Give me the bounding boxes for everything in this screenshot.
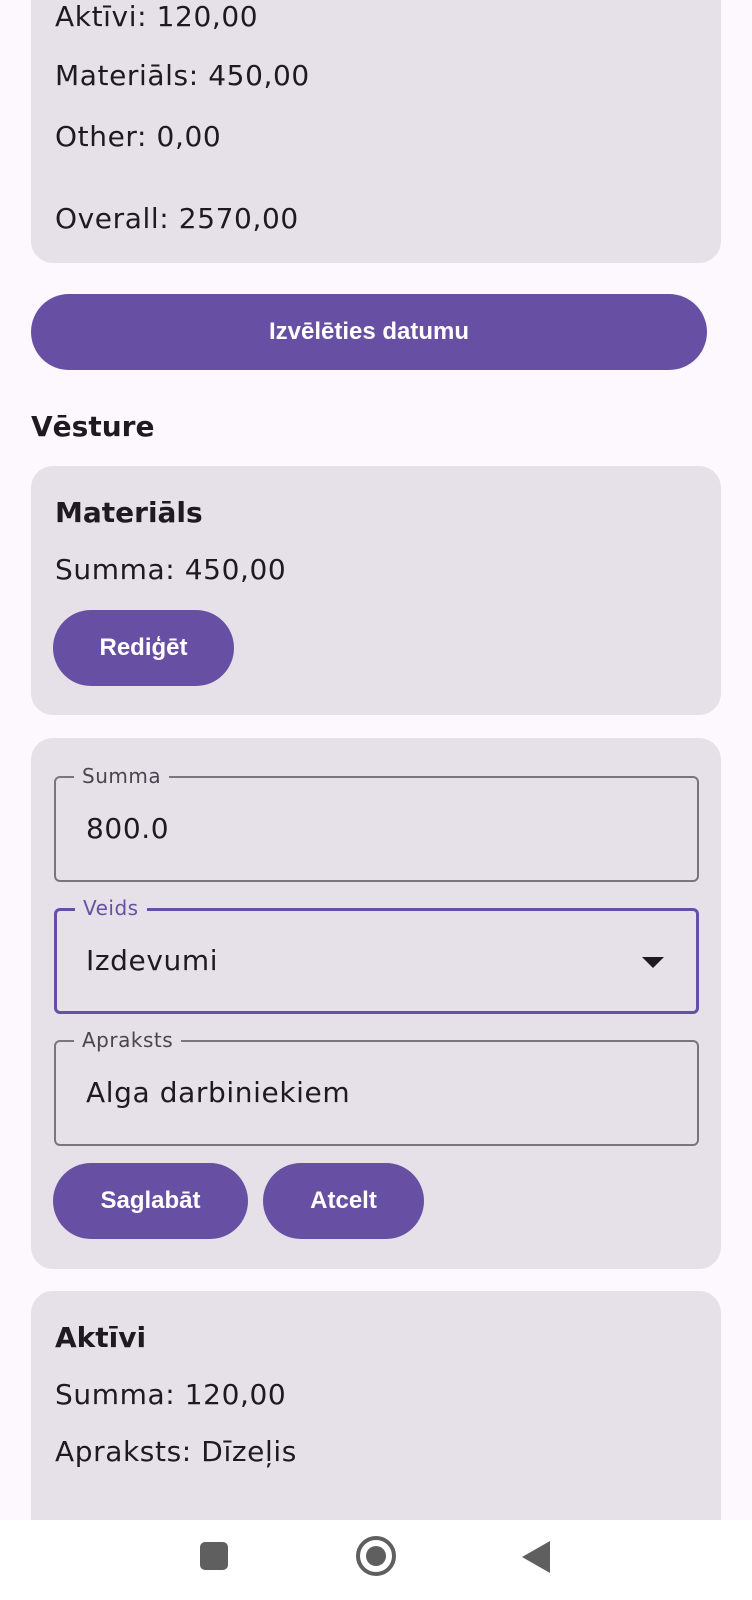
summary-overall: Overall: 2570,00: [55, 202, 299, 235]
history-title: Vēsture: [31, 410, 155, 443]
edit-form-card: Summa 800.0 Veids Izdevumi Apraksts Alga…: [31, 738, 721, 1269]
summary-other: Other: 0,00: [55, 120, 222, 153]
summary-materials: Materiāls: 450,00: [55, 59, 310, 92]
type-dropdown-label: Veids: [75, 896, 147, 920]
caret-down-icon[interactable]: [642, 957, 664, 968]
history-item: Materiāls Summa: 450,00 Rediģēt: [31, 466, 721, 715]
description-field[interactable]: Apraksts Alga darbiniekiem: [54, 1028, 699, 1146]
save-button[interactable]: Saglabāt: [53, 1163, 248, 1239]
pick-date-button[interactable]: Izvēlēties datumu: [31, 294, 707, 370]
summary-card: Aktīvi: 120,00 Materiāls: 450,00 Other: …: [31, 0, 721, 263]
description-field-label: Apraksts: [74, 1028, 182, 1052]
amount-field-value: 800.0: [86, 812, 170, 845]
amount-field-label: Summa: [74, 764, 170, 788]
back-triangle-icon[interactable]: [522, 1541, 550, 1573]
history-item-title: Aktīvi: [55, 1321, 147, 1354]
summary-assets: Aktīvi: 120,00: [55, 0, 259, 33]
history-item: Aktīvi Summa: 120,00 Apraksts: Dīzeļis: [31, 1291, 721, 1551]
history-item-amount: Summa: 450,00: [55, 553, 287, 586]
history-item-title: Materiāls: [55, 496, 203, 529]
cancel-button[interactable]: Atcelt: [263, 1163, 424, 1239]
type-dropdown[interactable]: Veids Izdevumi: [54, 896, 699, 1014]
home-circle-icon[interactable]: [356, 1536, 396, 1576]
screen: Aktīvi: 120,00 Materiāls: 450,00 Other: …: [0, 0, 752, 1600]
history-item-description: Apraksts: Dīzeļis: [55, 1435, 297, 1468]
type-dropdown-value: Izdevumi: [86, 944, 219, 977]
description-field-value: Alga darbiniekiem: [86, 1076, 351, 1109]
amount-field[interactable]: Summa 800.0: [54, 764, 699, 882]
history-item-amount: Summa: 120,00: [55, 1378, 287, 1411]
edit-button[interactable]: Rediģēt: [53, 610, 234, 686]
square-icon[interactable]: [200, 1542, 228, 1570]
system-nav-bar: [0, 1520, 752, 1600]
